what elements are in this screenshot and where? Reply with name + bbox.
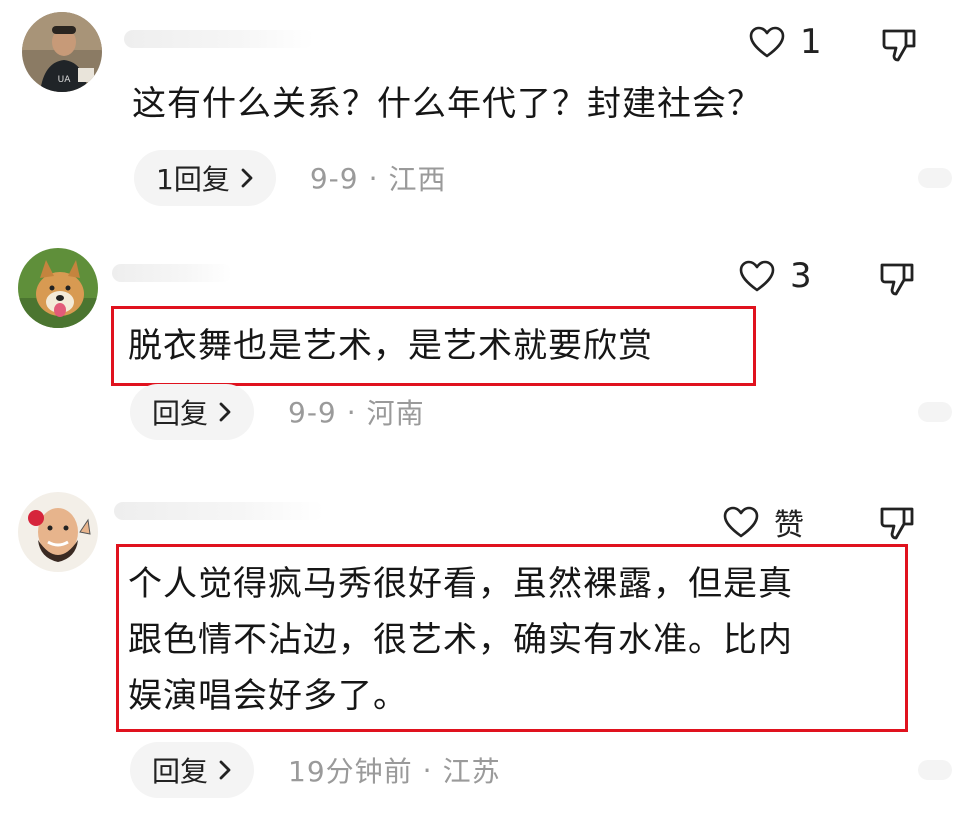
thumbs-down-outline-icon[interactable] xyxy=(878,260,916,298)
meta-separator: · xyxy=(368,161,379,195)
svg-text:UA: UA xyxy=(58,75,72,85)
avatar[interactable] xyxy=(18,248,98,328)
comment-item: UA 1 这有什么关系？什么年代了？封建社会？ 1回复 9-9 · 江西 xyxy=(0,0,960,230)
thumbs-down-outline-icon[interactable] xyxy=(880,26,918,64)
reply-label: 回复 xyxy=(152,397,209,430)
comment-item: 赞 个人觉得疯马秀很好看，虽然裸露，但是真 跟色情不沾边，很艺术，确实有水准。比… xyxy=(0,484,960,814)
comment-location: 江苏 xyxy=(442,755,501,788)
username-obscured[interactable] xyxy=(114,502,324,520)
reply-button[interactable]: 回复 xyxy=(130,384,255,440)
comment-date: 19分钟前 xyxy=(288,755,413,788)
comment-text: 脱衣舞也是艺术，是艺术就要欣赏 xyxy=(128,320,653,372)
like-count: 3 xyxy=(790,256,812,296)
reply-button[interactable]: 1回复 xyxy=(134,150,276,206)
comment-text-line: 脱衣舞也是艺术，是艺术就要欣赏 xyxy=(128,326,653,366)
heart-outline-icon xyxy=(749,26,785,58)
like-count: 赞 xyxy=(774,508,804,543)
avatar[interactable]: UA xyxy=(22,12,102,92)
chevron-right-icon xyxy=(219,402,231,422)
meta-separator: · xyxy=(422,753,433,787)
comment-meta-row: 回复 19分钟前 · 江苏 xyxy=(130,742,501,798)
username-obscured[interactable] xyxy=(112,264,232,282)
username-obscured[interactable] xyxy=(124,30,314,48)
chevron-right-icon xyxy=(241,168,253,188)
like-button[interactable]: 赞 xyxy=(722,500,804,544)
meta-separator: · xyxy=(346,395,357,429)
like-button[interactable]: 1 xyxy=(748,22,822,62)
comment-location: 河南 xyxy=(366,397,425,430)
reply-label: 1回复 xyxy=(156,163,230,196)
comment-meta: 9-9 · 河南 xyxy=(288,392,425,432)
comment-text: 这有什么关系？什么年代了？封建社会？ xyxy=(132,78,762,130)
more-hint xyxy=(918,168,952,188)
comment-text-line: 这有什么关系？什么年代了？封建社会？ xyxy=(132,84,762,124)
chevron-right-icon xyxy=(219,760,231,780)
avatar[interactable] xyxy=(18,492,98,572)
like-count: 1 xyxy=(800,22,822,62)
comment-meta-row: 1回复 9-9 · 江西 xyxy=(134,150,446,206)
more-hint xyxy=(918,402,952,422)
comment-date: 9-9 xyxy=(309,161,359,195)
thumbs-down-outline-icon[interactable] xyxy=(878,504,916,542)
comment-text: 个人觉得疯马秀很好看，虽然裸露，但是真 跟色情不沾边，很艺术，确实有水准。比内 … xyxy=(128,556,793,724)
comment-item: 3 脱衣舞也是艺术，是艺术就要欣赏 回复 9-9 · 河南 xyxy=(0,240,960,470)
heart-outline-icon xyxy=(723,506,759,538)
comment-date: 9-9 xyxy=(288,395,337,429)
more-hint xyxy=(918,760,952,780)
reply-label: 回复 xyxy=(152,755,209,788)
comment-text-line: 娱演唱会好多了。 xyxy=(128,676,408,716)
like-button[interactable]: 3 xyxy=(738,256,812,296)
heart-outline-icon xyxy=(739,260,775,292)
comment-meta: 9-9 · 江西 xyxy=(310,158,447,198)
reply-button[interactable]: 回复 xyxy=(130,742,255,798)
comment-location: 江西 xyxy=(388,163,447,196)
comment-meta: 19分钟前 · 江苏 xyxy=(288,750,501,790)
comment-text-line: 个人觉得疯马秀很好看，虽然裸露，但是真 xyxy=(128,564,793,604)
comment-text-line: 跟色情不沾边，很艺术，确实有水准。比内 xyxy=(128,620,793,660)
comment-meta-row: 回复 9-9 · 河南 xyxy=(130,384,425,440)
